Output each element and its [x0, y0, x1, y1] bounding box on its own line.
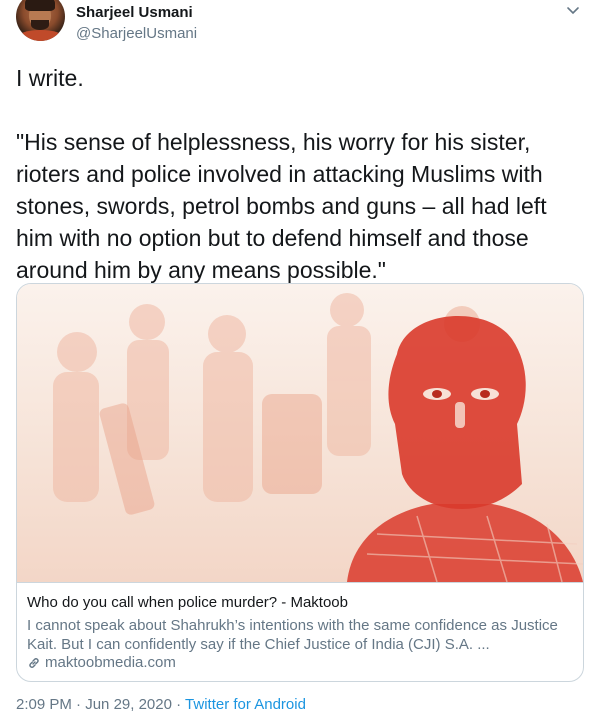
chevron-down-icon[interactable] [566, 6, 580, 16]
author-handle[interactable]: @SharjeelUsmani [76, 25, 197, 42]
tweet-date[interactable]: Jun 29, 2020 [85, 696, 172, 713]
card-domain-text: maktoobmedia.com [45, 654, 176, 671]
card-image [17, 284, 583, 582]
card-domain[interactable]: maktoobmedia.com [27, 654, 176, 671]
author-name[interactable]: Sharjeel Usmani [76, 4, 193, 21]
link-card[interactable]: Who do you call when police murder? - Ma… [16, 283, 584, 682]
tweet-time[interactable]: 2:09 PM [16, 696, 72, 713]
card-description: I cannot speak about Shahrukh’s intentio… [27, 617, 558, 653]
card-title[interactable]: Who do you call when police murder? - Ma… [27, 594, 348, 611]
tweet-text: I write. "His sense of helplessness, his… [16, 65, 547, 283]
separator: · [71, 696, 86, 713]
tweet-source-link[interactable]: Twitter for Android [185, 696, 306, 713]
tweet-footer: 2:09 PM · Jun 29, 2020 · Twitter for And… [16, 696, 306, 713]
link-icon [29, 657, 39, 668]
avatar[interactable] [16, 0, 65, 41]
tweet: Sharjeel Usmani @SharjeelUsmani I write.… [0, 0, 598, 717]
separator: · [171, 696, 186, 713]
card-meta[interactable]: Who do you call when police murder? - Ma… [17, 582, 583, 681]
